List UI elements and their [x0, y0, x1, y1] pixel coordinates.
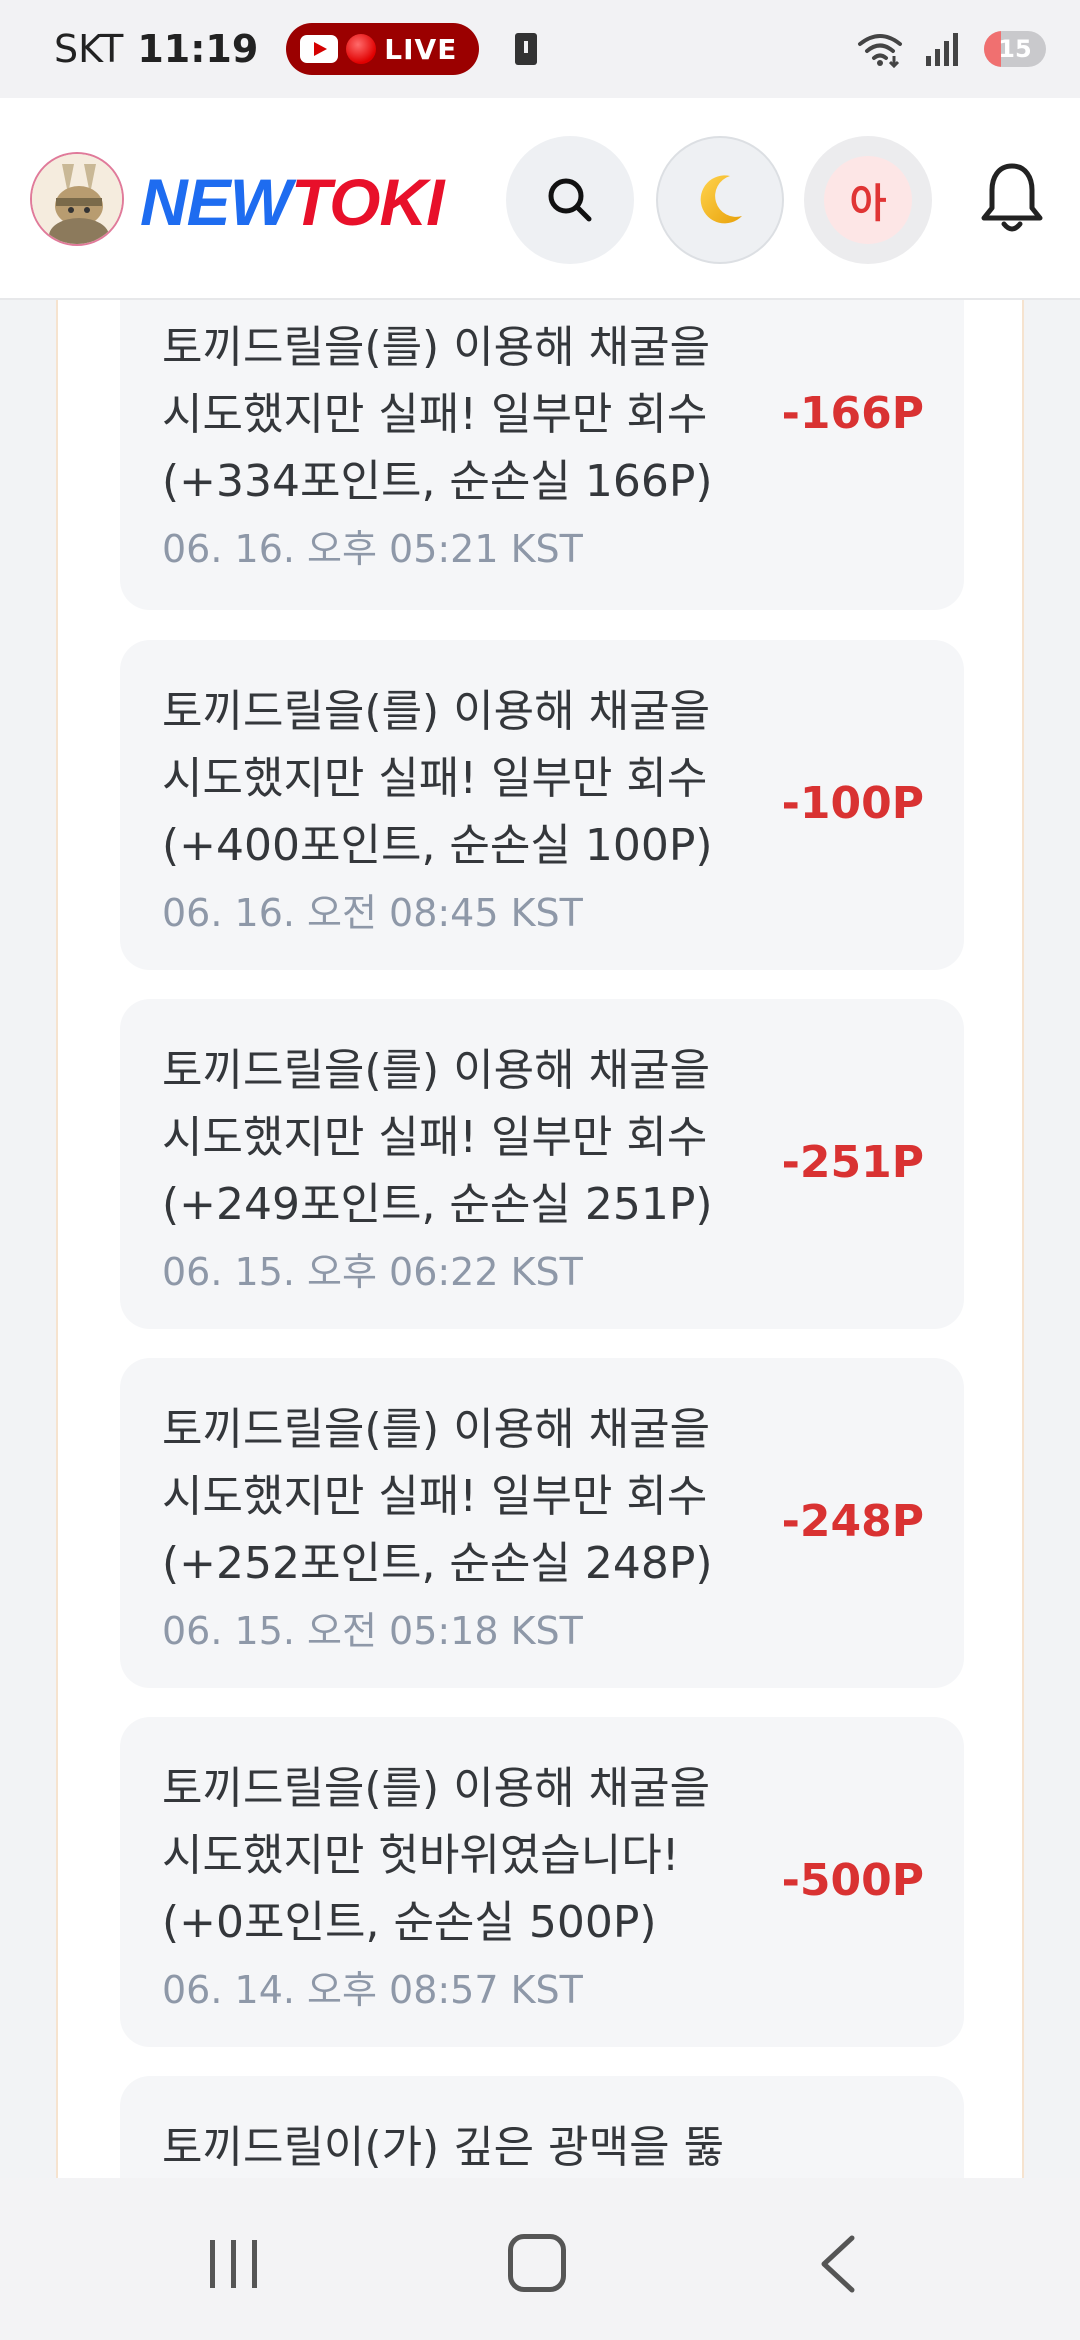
bell-icon: [981, 163, 1043, 232]
carrier-label: SKT: [54, 27, 124, 71]
history-item-date: 06. 16. 오전 08:45 KST: [162, 891, 583, 935]
live-indicator[interactable]: LIVE: [286, 23, 480, 75]
history-item-amount: -248P: [781, 1496, 924, 1547]
recents-icon[interactable]: [206, 2238, 262, 2290]
home-icon[interactable]: [508, 2234, 566, 2292]
history-item-description-line: 시도했지만 실패! 일부만 회수: [162, 1112, 708, 1163]
brand-logo-toki: TOKI: [290, 165, 444, 239]
history-item: 토끼드릴이(가) 깊은 광맥을 뚫: [120, 2076, 964, 2178]
history-item-description-line: 토끼드릴을(를) 이용해 채굴을: [162, 1404, 711, 1455]
signal-icon: [926, 33, 958, 66]
history-item-amount: -500P: [781, 1855, 924, 1906]
record-dot-icon: [346, 34, 377, 64]
history-item-description-line: 토끼드릴을(를) 이용해 채굴을: [162, 1763, 711, 1814]
rabbit-mascot-icon: [32, 154, 122, 244]
history-item-amount: -251P: [781, 1137, 924, 1188]
history-item-description-line: 시도했지만 실패! 일부만 회수: [162, 1471, 708, 1522]
history-item-amount: -166P: [781, 388, 924, 439]
history-item-amount: -100P: [781, 778, 924, 829]
history-item-date: 06. 16. 오후 05:21 KST: [162, 527, 583, 571]
brand-logo[interactable]: NEWTOKI: [140, 164, 444, 240]
youtube-icon: [300, 35, 339, 63]
history-item: 토끼드릴을(를) 이용해 채굴을 시도했지만 헛바위였습니다! (+0포인트, …: [120, 1717, 964, 2047]
notification-button[interactable]: [976, 158, 1048, 238]
app-header: NEWTOKI 아: [0, 98, 1080, 300]
history-item-description-line: 시도했지만 실패! 일부만 회수: [162, 753, 708, 804]
history-item-date: 06. 15. 오전 05:18 KST: [162, 1609, 583, 1653]
history-item: 토끼드릴을(를) 이용해 채굴을 시도했지만 실패! 일부만 회수 (+334포…: [120, 300, 964, 610]
theme-toggle-button[interactable]: [656, 136, 784, 264]
history-item-description-line: (+0포인트, 순손실 500P): [162, 1897, 657, 1948]
history-item: 토끼드릴을(를) 이용해 채굴을 시도했지만 실패! 일부만 회수 (+252포…: [120, 1358, 964, 1688]
brand-logo-new: NEW: [140, 165, 292, 239]
battery-icon: 15: [984, 31, 1046, 67]
moon-icon: [700, 175, 742, 224]
history-item-description-line: (+334포인트, 순손실 166P): [162, 456, 713, 507]
clipboard-icon: [515, 33, 538, 65]
wifi-icon: [858, 34, 902, 68]
history-item-date: 06. 14. 오후 08:57 KST: [162, 1968, 583, 2012]
history-item-description-line: (+400포인트, 순손실 100P): [162, 820, 713, 871]
history-item: 토끼드릴을(를) 이용해 채굴을 시도했지만 실패! 일부만 회수 (+249포…: [120, 999, 964, 1329]
status-bar: SKT 11:19 LIVE 15: [0, 0, 1080, 98]
clock: 11:19: [137, 27, 259, 71]
search-icon: [548, 178, 592, 222]
user-initial: 아: [824, 156, 912, 244]
battery-level: 15: [998, 35, 1032, 63]
site-avatar-logo[interactable]: [30, 152, 124, 246]
history-item-description-line: 토끼드릴을(를) 이용해 채굴을: [162, 1045, 711, 1096]
history-item-description-line: (+252포인트, 순손실 248P): [162, 1538, 713, 1589]
history-item-description-line: (+249포인트, 순손실 251P): [162, 1179, 713, 1230]
search-button[interactable]: [506, 136, 634, 264]
history-item-description-line: 토끼드릴을(를) 이용해 채굴을: [162, 686, 711, 737]
history-item-description-line: 시도했지만 실패! 일부만 회수: [162, 389, 708, 440]
point-history-list[interactable]: 토끼드릴을(를) 이용해 채굴을 시도했지만 실패! 일부만 회수 (+334포…: [56, 300, 1024, 2178]
live-label: LIVE: [384, 32, 458, 66]
history-item-date: 06. 15. 오후 06:22 KST: [162, 1250, 583, 1294]
history-item: 토끼드릴을(를) 이용해 채굴을 시도했지만 실패! 일부만 회수 (+400포…: [120, 640, 964, 970]
history-item-description-line: 시도했지만 헛바위였습니다!: [162, 1830, 680, 1881]
user-profile-button[interactable]: 아: [804, 136, 932, 264]
system-nav-bar: [0, 2178, 1080, 2340]
back-icon[interactable]: [816, 2234, 860, 2294]
history-item-description-line: 토끼드릴을(를) 이용해 채굴을: [162, 322, 711, 373]
history-item-description-line: 토끼드릴이(가) 깊은 광맥을 뚫: [162, 2122, 725, 2173]
